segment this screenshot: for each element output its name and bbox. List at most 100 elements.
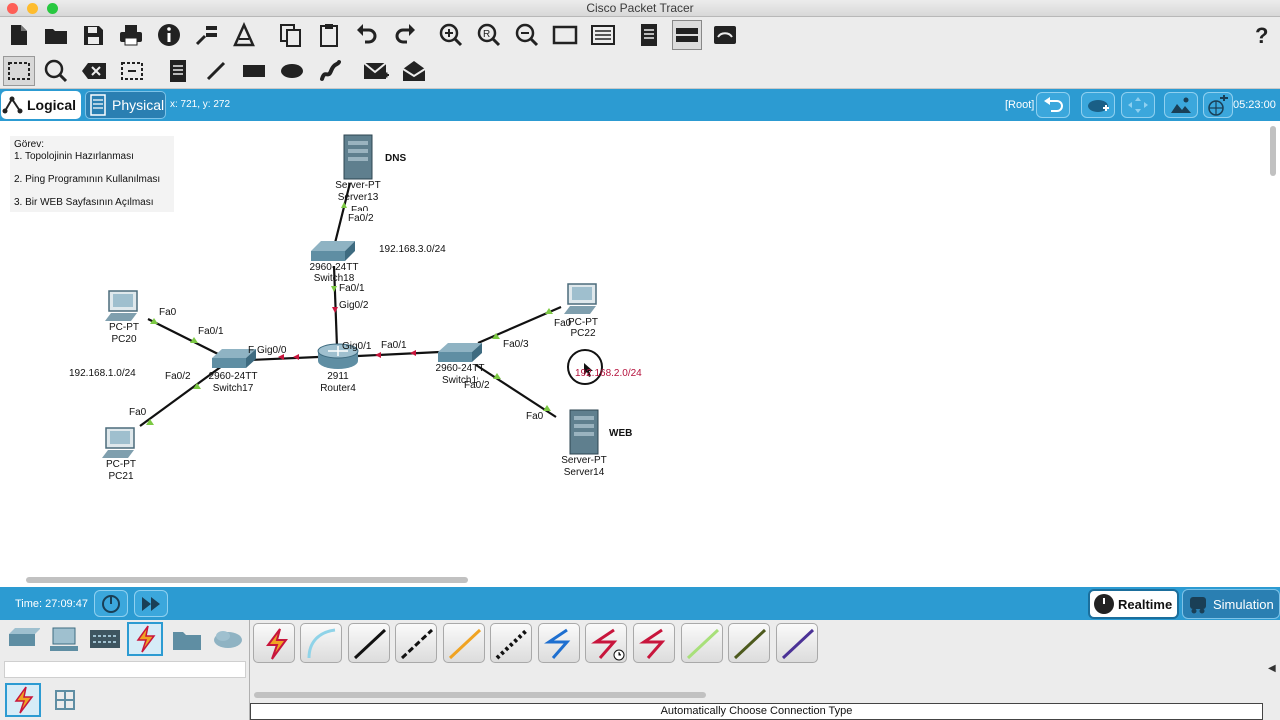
main-toolbar: R ? bbox=[0, 17, 1280, 54]
fiber-cable-icon[interactable] bbox=[443, 623, 485, 663]
end-devices-category-icon[interactable] bbox=[46, 622, 82, 656]
miscellaneous-category-icon[interactable] bbox=[169, 622, 205, 656]
panel-collapse-icon[interactable]: ◀ bbox=[1268, 663, 1276, 674]
inspect-tool-icon[interactable] bbox=[41, 56, 71, 86]
window-title: Cisco Packet Tracer bbox=[586, 1, 694, 15]
add-complex-pdu-icon[interactable] bbox=[399, 56, 429, 86]
link-down-marker bbox=[410, 350, 416, 356]
port-label: Gig0/1 bbox=[342, 341, 372, 352]
pc22-icon[interactable] bbox=[564, 283, 597, 314]
serial-dce-icon[interactable] bbox=[585, 623, 627, 663]
server13-icon[interactable] bbox=[343, 134, 373, 180]
info-icon[interactable] bbox=[154, 20, 184, 50]
zoom-reset-icon[interactable]: R bbox=[474, 20, 504, 50]
logical-view-icon bbox=[2, 96, 23, 114]
device-template-icon[interactable] bbox=[672, 20, 702, 50]
switch19-type: 2960-24TT bbox=[435, 363, 485, 374]
iot-custom-cable-icon[interactable] bbox=[728, 623, 770, 663]
horizontal-scrollbar[interactable] bbox=[26, 577, 468, 583]
notes-icon[interactable] bbox=[634, 20, 664, 50]
zoom-out-icon[interactable] bbox=[512, 20, 542, 50]
new-icon[interactable] bbox=[3, 20, 33, 50]
cloud-add-icon bbox=[1088, 100, 1109, 112]
multiuser-category-icon[interactable] bbox=[210, 622, 246, 656]
components-category-icon[interactable] bbox=[87, 622, 123, 656]
fast-forward-button[interactable] bbox=[134, 590, 168, 617]
topology-canvas[interactable] bbox=[0, 121, 1270, 587]
open-icon[interactable] bbox=[41, 20, 71, 50]
custom-device-dialog-icon[interactable] bbox=[588, 20, 618, 50]
dns-tag: DNS bbox=[385, 153, 407, 164]
device-search-input[interactable] bbox=[4, 661, 246, 678]
pc22-name: PC22 bbox=[570, 328, 596, 339]
add-simple-pdu-icon[interactable] bbox=[361, 56, 391, 86]
connections-scrollbar[interactable] bbox=[254, 692, 706, 698]
network-devices-category-icon[interactable] bbox=[5, 622, 41, 656]
back-button[interactable] bbox=[1036, 92, 1070, 118]
physical-view-icon[interactable] bbox=[710, 20, 740, 50]
task-note[interactable]: Görev: 1. Topolojinin Hazırlanması 2. Pi… bbox=[10, 136, 174, 212]
copy-icon[interactable] bbox=[276, 20, 306, 50]
copper-straight-through-icon[interactable] bbox=[348, 623, 390, 663]
delete-tool-icon[interactable] bbox=[79, 56, 109, 86]
undo-icon[interactable] bbox=[352, 20, 382, 50]
move-object-button[interactable] bbox=[1121, 92, 1155, 118]
draw-line-icon[interactable] bbox=[201, 56, 231, 86]
network-label-lan2: 192.168.2.0/24 bbox=[575, 368, 642, 379]
place-note-icon[interactable] bbox=[163, 56, 193, 86]
pc20-icon[interactable] bbox=[105, 290, 138, 321]
new-cluster-button[interactable] bbox=[1081, 92, 1115, 118]
console-cable-icon[interactable] bbox=[300, 623, 342, 663]
link-router4-switch19 bbox=[357, 350, 441, 358]
realtime-label: Realtime bbox=[1118, 596, 1173, 612]
switch18-icon[interactable] bbox=[311, 241, 355, 261]
switch19-icon[interactable] bbox=[438, 343, 482, 362]
viewport-button[interactable] bbox=[1203, 92, 1233, 118]
port-label-f: F bbox=[248, 345, 255, 356]
grid-subcategory-icon[interactable] bbox=[47, 683, 83, 717]
svg-text:R: R bbox=[483, 29, 490, 40]
zoom-in-icon[interactable] bbox=[436, 20, 466, 50]
phone-cable-icon[interactable] bbox=[490, 623, 532, 663]
save-icon[interactable] bbox=[78, 20, 108, 50]
copper-cross-over-icon[interactable] bbox=[395, 623, 437, 663]
power-cycle-devices-button[interactable] bbox=[94, 590, 128, 617]
port-label: Fa0/1 bbox=[339, 283, 365, 294]
usb-cable-icon[interactable] bbox=[776, 623, 818, 663]
draw-freeform-icon[interactable] bbox=[315, 56, 345, 86]
help-button[interactable]: ? bbox=[1255, 23, 1268, 49]
tab-logical[interactable]: Logical bbox=[1, 91, 81, 119]
window-titlebar: Cisco Packet Tracer bbox=[0, 0, 1280, 17]
custom-pdu-icon[interactable] bbox=[229, 20, 259, 50]
print-icon[interactable] bbox=[116, 20, 146, 50]
realtime-mode-button[interactable]: Realtime bbox=[1088, 589, 1179, 619]
pc21-type: PC-PT bbox=[106, 459, 136, 470]
drawing-palette-icon[interactable] bbox=[550, 20, 580, 50]
link-switch19-server14 bbox=[475, 364, 557, 418]
cursor-coordinates: x: 721, y: 272 bbox=[170, 99, 231, 110]
octal-cable-icon[interactable] bbox=[681, 623, 723, 663]
connections-category-icon[interactable] bbox=[127, 622, 163, 656]
coaxial-cable-icon[interactable] bbox=[538, 623, 580, 663]
set-tiled-background-button[interactable] bbox=[1164, 92, 1198, 118]
draw-rectangle-icon[interactable] bbox=[239, 56, 269, 86]
pc21-icon[interactable] bbox=[102, 427, 135, 458]
network-label-lan3: 192.168.3.0/24 bbox=[379, 244, 446, 255]
root-breadcrumb[interactable]: [Root] bbox=[1005, 99, 1034, 111]
connections-subcategory-icon[interactable] bbox=[5, 683, 41, 717]
redo-icon[interactable] bbox=[390, 20, 420, 50]
serial-dte-icon[interactable] bbox=[633, 623, 675, 663]
simulation-mode-button[interactable]: Simulation bbox=[1182, 589, 1280, 619]
automatic-connection-icon[interactable] bbox=[253, 623, 295, 663]
server14-icon[interactable] bbox=[569, 409, 599, 455]
select-tool-icon[interactable] bbox=[3, 56, 35, 86]
resize-shape-icon[interactable] bbox=[117, 56, 147, 86]
paste-icon[interactable] bbox=[314, 20, 344, 50]
move-arrows-icon bbox=[1128, 97, 1148, 113]
port-label: Gig0/0 bbox=[257, 345, 287, 356]
draw-ellipse-icon[interactable] bbox=[277, 56, 307, 86]
tab-physical[interactable]: Physical bbox=[85, 91, 166, 119]
vertical-scrollbar[interactable] bbox=[1270, 126, 1276, 176]
activity-wizard-icon[interactable] bbox=[192, 20, 222, 50]
stopwatch-icon bbox=[1094, 594, 1114, 614]
